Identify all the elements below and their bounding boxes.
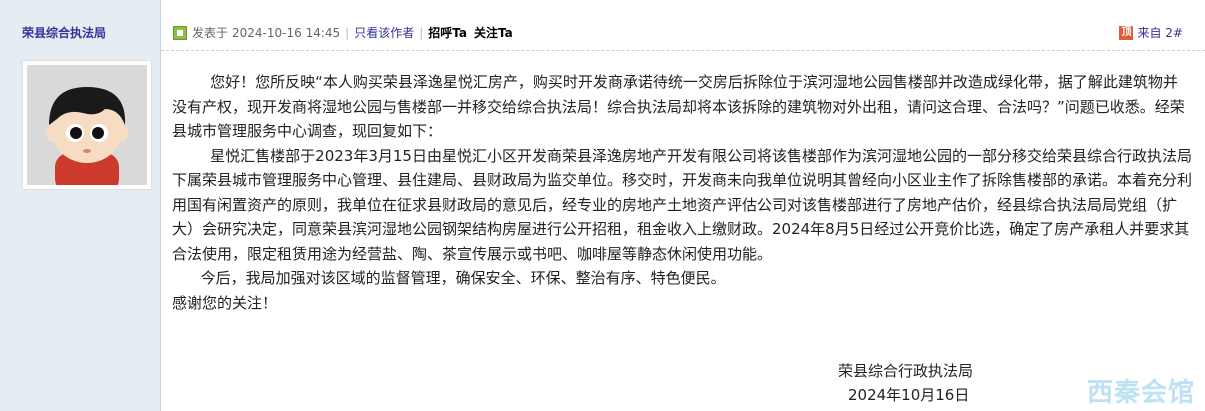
divider: | bbox=[419, 25, 424, 40]
view-author-only-link[interactable]: 只看该作者 bbox=[354, 24, 414, 41]
reply-paragraph: 星悦汇售楼部于2023年3月15日由星悦汇小区开发商荣县泽逸房地产开发有限公司将… bbox=[172, 146, 1193, 263]
signature-block: 荣县综合行政执法局 2024年10月16日 bbox=[838, 359, 973, 407]
author-sidebar: 荣县综合执法局 bbox=[0, 0, 161, 411]
signature-org: 荣县综合行政执法局 bbox=[838, 362, 974, 380]
floor-label[interactable]: 来自 2# bbox=[1137, 24, 1183, 41]
reply-paragraph: 今后，我局加强对该区域的监督管理，确保安全、环保、整治有序、特色便民。 bbox=[172, 269, 726, 287]
posted-prefix: 发表于 bbox=[192, 26, 229, 40]
top-floor-icon[interactable]: 顶 bbox=[1119, 25, 1134, 40]
avatar[interactable] bbox=[22, 60, 152, 190]
floor-indicator[interactable]: 顶 来自 2# bbox=[1119, 24, 1183, 41]
signature-date: 2024年10月16日 bbox=[848, 386, 970, 404]
reply-paragraph: 您好！您所反映“本人购买荣县泽逸星悦汇房产，购买时开发商承诺待统一交房后拆除位于… bbox=[172, 73, 1185, 140]
avatar-cartoon-icon bbox=[27, 65, 147, 185]
site-watermark-logo: 西秦会馆 bbox=[1086, 378, 1195, 408]
reply-paragraph: 感谢您的关注！ bbox=[172, 293, 278, 312]
author-name-link[interactable]: 荣县综合执法局 bbox=[22, 24, 106, 41]
post-status-icon bbox=[173, 25, 187, 40]
divider: | bbox=[345, 25, 350, 40]
post-header-bar: 发表于 2024-10-16 14:45 | 只看该作者 | 招呼Ta 关注Ta… bbox=[161, 14, 1205, 51]
post-meta: 发表于 2024-10-16 14:45 | 只看该作者 | 招呼Ta 关注Ta bbox=[173, 24, 513, 41]
post-timestamp: 2024-10-16 14:45 bbox=[232, 25, 341, 40]
greet-link[interactable]: 招呼Ta bbox=[428, 24, 467, 41]
follow-link[interactable]: 关注Ta bbox=[474, 24, 513, 41]
post-body: 您好！您所反映“本人购买荣县泽逸星悦汇房产，购买时开发商承诺待统一交房后拆除位于… bbox=[172, 70, 1192, 315]
